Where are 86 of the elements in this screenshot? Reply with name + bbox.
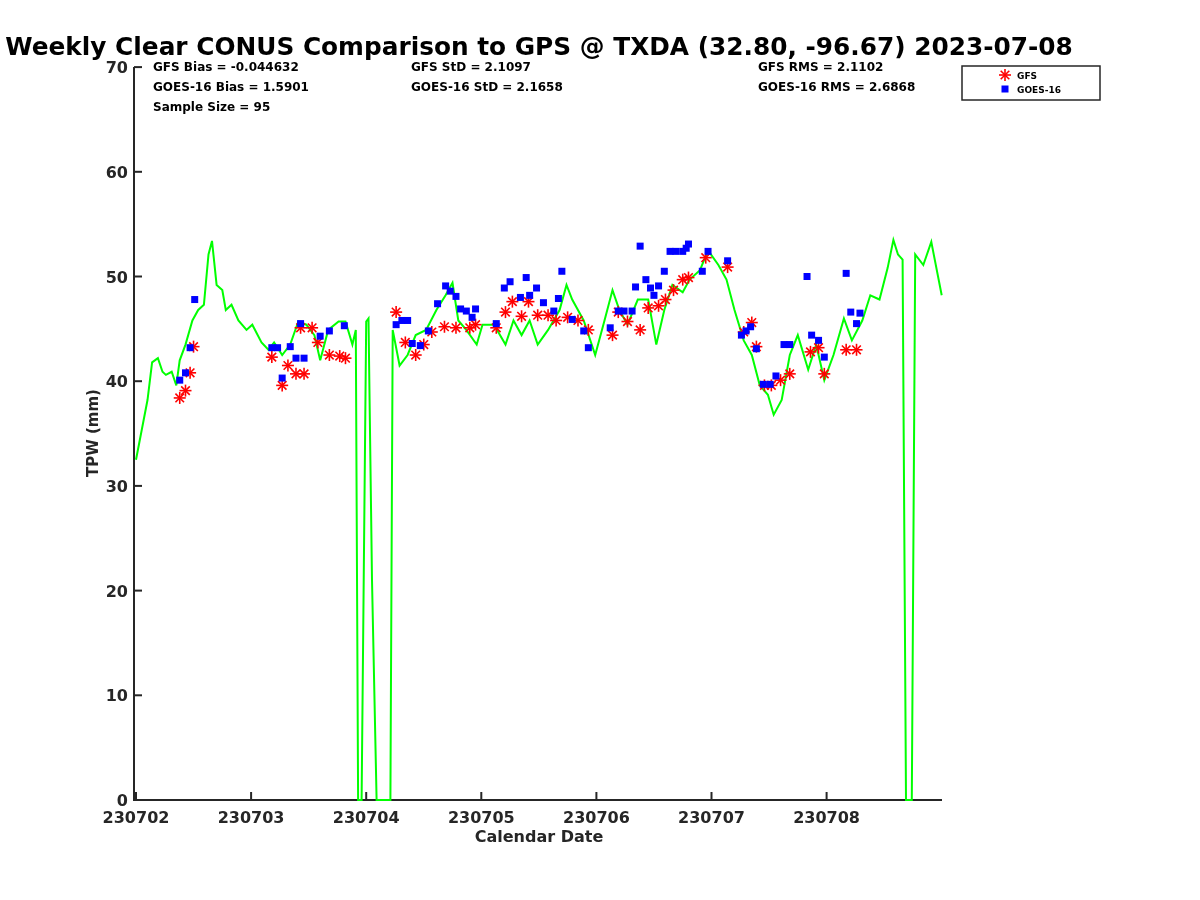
tick-label: 230702 [102,808,170,827]
asterisk-icon [998,68,1012,82]
stat-text: GFS RMS = 2.1102 [758,60,884,74]
gfs-marker [641,301,655,315]
goes-marker [636,242,644,250]
tick-label: 230703 [217,808,285,827]
gfs-marker [178,383,193,398]
tick-label: 60 [105,162,128,182]
tick-label: 230707 [678,808,745,827]
gfs-marker [449,321,463,335]
gfs-marker [514,309,529,324]
gfs-marker [675,272,690,287]
gfs-marker [782,367,797,381]
stat-text: GFS Bias = -0.044632 [153,60,299,74]
gfs-marker [297,367,311,381]
gfs-marker [498,305,513,319]
legend-label: GFS [1017,71,1038,81]
goes-marker [554,295,562,302]
goes-marker [492,320,500,328]
axis-title: Calendar Date [474,827,604,846]
goes-marker [340,322,348,330]
goes-marker [278,374,286,382]
gfs-marker [338,351,353,365]
goes-marker [522,274,530,282]
stat-text: GOES-16 Bias = 1.5901 [153,80,309,94]
tick-label: 50 [105,267,128,287]
goes-marker [820,353,828,361]
stat-text: GOES-16 RMS = 2.6868 [758,80,916,94]
tick-label: 230704 [332,808,400,827]
goes-marker [539,299,547,307]
gfs-marker [305,321,319,335]
gfs-marker [463,321,477,335]
stat-text: Sample Size = 95 [153,100,271,114]
goes-marker [704,247,712,255]
gfs-marker [289,367,303,381]
goes-marker [186,344,194,352]
chart-title: Weekly Clear CONUS Comparison to GPS @ TXDA (32.80, -96.67) 2023-07-08 [5,32,1073,61]
goes-marker [424,327,432,335]
goes-marker [550,307,558,315]
tick-label: 40 [105,372,128,392]
axis-title: TPW (mm) [84,389,102,477]
stat-text: GFS StD = 2.1097 [411,60,531,74]
tick-label: 20 [105,581,128,601]
tick-label: 30 [105,476,128,496]
goes-marker [752,345,760,353]
goes-marker [558,267,566,275]
gfs-marker [681,270,696,285]
gfs-marker [849,343,864,357]
gfs-marker [322,348,337,362]
tick-label: 10 [105,686,128,706]
legend-label: GOES-16 [1017,85,1061,95]
gfs-marker [389,305,403,319]
goes-marker [434,300,442,308]
goes-marker [568,315,576,323]
tick-label: 70 [105,58,128,78]
gfs-marker [839,343,853,357]
goes-marker [724,257,732,265]
gfs-marker [803,345,818,359]
gfs-marker [658,292,673,307]
tick-label: 230708 [793,808,860,827]
gfs-marker [530,308,545,323]
goes-marker [516,293,524,301]
goes-marker [286,343,294,351]
tick-label: 230706 [563,808,630,827]
stat-text: GOES-16 StD = 2.1658 [411,80,563,94]
goes-marker [606,324,614,332]
goes-marker [632,283,640,291]
square-icon [1001,85,1009,93]
gfs-marker [666,283,681,297]
goes-marker [297,320,305,328]
goes-marker [660,267,668,275]
goes-marker [853,320,861,328]
tick-label: 0 [116,791,128,810]
gfs-marker [172,391,187,405]
goes-marker [698,267,706,275]
gfs-marker [332,349,347,363]
goes-marker [580,327,588,335]
goes-marker [803,273,811,280]
goes-marker [842,269,850,277]
gfs-marker [633,323,647,337]
gfs-marker [817,367,832,381]
tick-label: 230705 [447,808,515,827]
gfs-marker [437,319,452,334]
goes-marker [584,344,592,352]
gfs-marker [265,350,279,364]
goes-marker [191,296,199,304]
